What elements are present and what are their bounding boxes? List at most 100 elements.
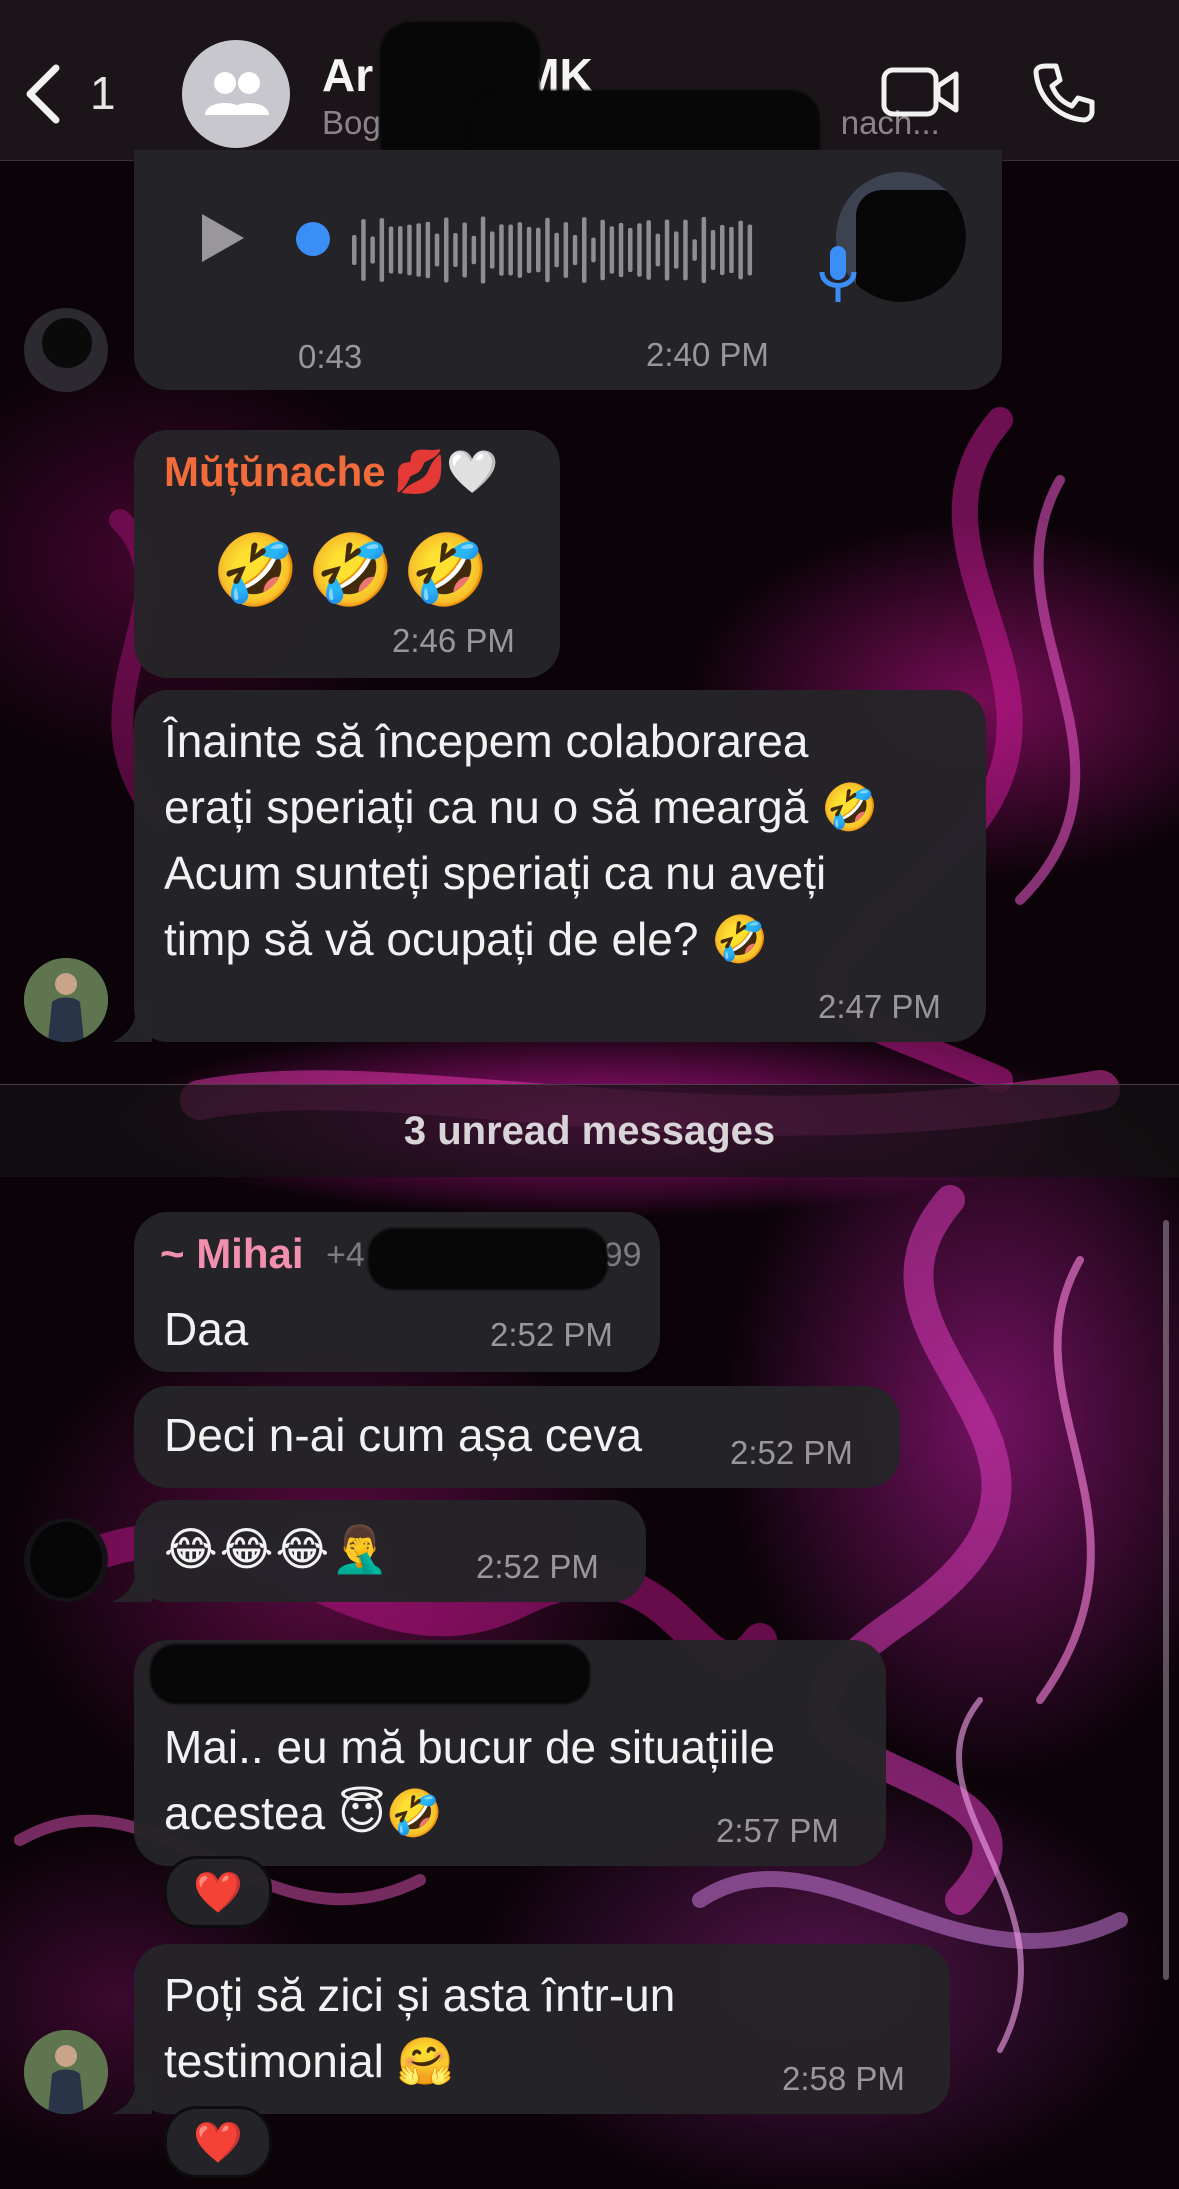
message-bubble[interactable]: Înainte să începem colaborarea erați spe… — [134, 690, 986, 1042]
voice-call-button[interactable] — [1028, 54, 1100, 130]
person-photo — [24, 958, 108, 1042]
waveform-bar — [471, 235, 477, 265]
voice-duration: 0:43 — [298, 338, 363, 375]
waveform-bar — [490, 231, 495, 269]
sender-emoji: 💋🤍 — [393, 448, 499, 495]
waveform-bar — [637, 223, 642, 277]
waveform-bar — [407, 224, 412, 276]
person-photo — [24, 2030, 108, 2114]
microphone-icon — [819, 246, 857, 302]
play-icon — [202, 214, 244, 262]
waveform-bar — [526, 226, 532, 274]
waveform-bar — [361, 219, 366, 281]
back-unread-count[interactable]: 1 — [90, 66, 116, 120]
scrollbar[interactable] — [1163, 1220, 1169, 1980]
waveform-bar — [609, 226, 615, 274]
message-bubble[interactable]: Deci n-ai cum așa ceva 2:52 PM — [134, 1386, 900, 1488]
waveform-bar — [416, 223, 421, 277]
message-bubble[interactable]: ~ Mihai +4 199 Daa 2:52 PM — [134, 1212, 660, 1372]
redaction-mark — [368, 1228, 608, 1290]
back-button[interactable] — [22, 62, 70, 126]
heart-reaction[interactable]: ❤️ — [164, 2106, 272, 2178]
waveform-bar — [508, 224, 513, 276]
waveform-bar — [747, 224, 753, 276]
sender-name[interactable]: ~ Mihai — [160, 1230, 304, 1278]
group-icon — [205, 72, 269, 115]
unread-messages-divider: 3 unread messages — [0, 1084, 1179, 1177]
playback-position-dot[interactable] — [296, 222, 330, 256]
waveform-bar — [563, 222, 569, 278]
waveform-bar — [398, 226, 403, 274]
message-line: erați speriați ca nu o să meargă 🤣 — [164, 781, 879, 833]
voice-message-bubble[interactable]: 0:43 2:40 PM — [134, 150, 1002, 390]
message-text: 😂😂😂🤦‍♂️ — [164, 1523, 391, 1575]
waveform-bar — [646, 220, 651, 280]
bubble-tail — [112, 1562, 152, 1602]
sender-avatar[interactable] — [24, 308, 108, 392]
redaction-mark — [30, 1522, 102, 1598]
sender-avatar[interactable] — [24, 2030, 108, 2114]
message-time: 2:52 PM — [476, 1548, 599, 1585]
message-bubble[interactable]: 😂😂😂🤦‍♂️ 2:52 PM — [134, 1500, 646, 1602]
play-button[interactable] — [198, 210, 248, 271]
redaction-mark — [856, 190, 966, 302]
waveform-bar — [591, 237, 596, 263]
chat-subtitle-start: Bog — [322, 104, 381, 141]
message-bubble[interactable]: Mai.. eu mă bucur de situațiile acestea … — [134, 1640, 886, 1866]
message-line: testimonial 🤗 — [164, 2035, 454, 2087]
waveform-bar — [600, 219, 605, 281]
waveform-bar — [729, 226, 734, 274]
bubble-tail — [112, 2074, 152, 2114]
waveform-bar — [710, 230, 716, 270]
waveform-bar — [545, 217, 550, 283]
waveform-bar — [499, 224, 504, 276]
waveform-bar — [701, 216, 707, 284]
waveform-bar — [572, 234, 578, 266]
chat-title-start: Ar — [322, 49, 374, 101]
message-line: acestea 😇🤣 — [164, 1787, 444, 1839]
group-avatar[interactable] — [182, 40, 290, 148]
waveform-bar — [554, 232, 559, 268]
waveform-bar — [517, 222, 523, 278]
sender-name-text: Mŭțŭnache — [164, 448, 386, 495]
message-line: Înainte să începem colaborarea — [164, 715, 809, 767]
waveform-bar — [425, 221, 431, 279]
message-line: Poți să zici și asta într-un — [164, 1969, 676, 2021]
message-text: Deci n-ai cum așa ceva — [164, 1409, 643, 1461]
waveform-bar — [388, 226, 394, 274]
waveform-bar — [720, 224, 725, 276]
waveform-bar — [379, 218, 385, 282]
waveform-bar — [738, 220, 743, 280]
waveform-bar — [618, 222, 624, 278]
audio-waveform[interactable] — [294, 190, 774, 310]
sender-avatar[interactable] — [24, 958, 108, 1042]
waveform-bar — [664, 219, 670, 281]
phone-icon — [1033, 63, 1095, 123]
video-call-button[interactable] — [880, 56, 960, 128]
waveform-bar — [480, 216, 486, 284]
waveform-bar — [628, 227, 633, 273]
message-line: Acum sunteți speriați ca nu aveți — [164, 847, 827, 899]
waveform-bar — [444, 217, 449, 283]
waveform-bar — [692, 239, 697, 261]
message-line: Mai.. eu mă bucur de situațiile — [164, 1721, 776, 1773]
sender-name[interactable]: Mŭțŭnache 💋🤍 — [164, 448, 498, 497]
message-bubble[interactable]: Mŭțŭnache 💋🤍 🤣🤣🤣 2:46 PM — [134, 430, 560, 678]
message-time: 2:52 PM — [490, 1316, 613, 1353]
bubble-tail — [112, 1002, 152, 1042]
message-time: 2:58 PM — [782, 2060, 905, 2097]
waveform-bar — [453, 233, 458, 267]
sender-avatar[interactable] — [24, 1518, 108, 1602]
waveform-bar — [674, 231, 679, 269]
waveform-bar — [352, 235, 357, 265]
waveform-bar — [582, 217, 587, 283]
redaction-mark — [150, 1644, 590, 1704]
message-time: 2:40 PM — [646, 336, 769, 373]
message-time: 2:47 PM — [818, 988, 941, 1025]
waveform-bar — [434, 233, 440, 267]
heart-reaction[interactable]: ❤️ — [164, 1856, 272, 1928]
chevron-left-icon — [26, 64, 60, 124]
waveform-bar — [655, 233, 661, 267]
message-bubble[interactable]: Poți să zici și asta într-un testimonial… — [134, 1944, 950, 2114]
message-text: Daa — [164, 1303, 249, 1355]
